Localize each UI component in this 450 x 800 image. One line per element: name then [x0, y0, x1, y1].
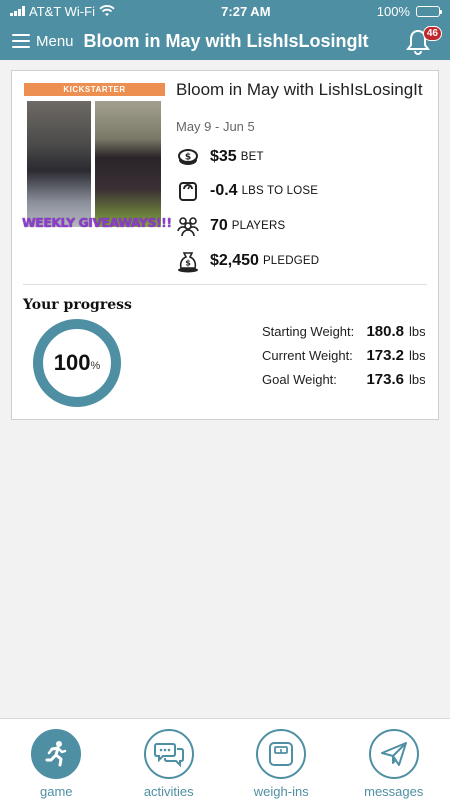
weight-unit: lbs	[409, 348, 426, 363]
status-left: AT&T Wi-Fi	[10, 4, 115, 19]
stat-lbs-to-lose: -0.4 LBS TO LOSE	[176, 179, 318, 203]
nav-bar: Menu Bloom in May with LishIsLosingIt 46	[0, 22, 450, 60]
chat-bubbles-icon	[153, 743, 184, 768]
progress-unit: %	[90, 360, 101, 372]
stat-players: 70 PLAYERS	[176, 214, 285, 238]
progress-label: Your progress	[23, 297, 132, 313]
status-time: 7:27 AM	[221, 3, 271, 19]
menu-button[interactable]: Menu	[12, 33, 74, 50]
giveaway-caption: WEEKLY GIVEAWAYS!!!	[22, 215, 172, 230]
stat-value: 70	[210, 217, 228, 234]
runner-icon	[45, 741, 67, 767]
tab-activities-circle	[143, 729, 194, 779]
hamburger-icon	[12, 34, 30, 48]
stat-value: $35	[210, 148, 237, 165]
weight-label: Current Weight:	[262, 348, 353, 363]
tab-weigh-ins[interactable]: weigh-ins	[225, 719, 338, 800]
wifi-icon	[99, 5, 115, 16]
battery-icon	[415, 5, 442, 17]
kickstarter-label: KICKSTARTER	[24, 83, 165, 96]
challenge-card[interactable]: KICKSTARTER WEEKLY GIVEAWAYS!!! Bloom in…	[11, 70, 439, 420]
tab-activities[interactable]: activities	[113, 719, 226, 800]
challenge-title: Bloom in May with LishIsLosingIt	[176, 80, 423, 99]
players-icon	[176, 214, 200, 238]
menu-label: Menu	[36, 32, 74, 50]
svg-text:$: $	[185, 259, 191, 268]
weight-unit: lbs	[409, 372, 426, 387]
weight-unit: lbs	[409, 324, 426, 339]
tab-label: activities	[143, 784, 194, 799]
progress-value: 100	[53, 350, 91, 375]
tab-weigh-ins-circle	[256, 729, 307, 779]
after-photo	[95, 101, 161, 227]
weight-row-starting: Starting Weight: 180.8 lbs	[262, 323, 432, 347]
weight-value: 173.2	[366, 347, 404, 364]
carrier-label: AT&T Wi-Fi	[29, 3, 95, 19]
challenge-image: KICKSTARTER WEEKLY GIVEAWAYS!!!	[22, 83, 172, 236]
notification-badge: 46	[422, 26, 442, 41]
stat-unit: LBS TO LOSE	[241, 185, 319, 197]
svg-text:$: $	[185, 153, 191, 163]
tab-label: game	[39, 784, 73, 799]
tab-messages[interactable]: messages	[338, 719, 450, 800]
stat-value: $2,450	[210, 252, 259, 269]
progress-readout: 100 %	[32, 318, 122, 408]
page-title: Bloom in May with LishIsLosingIt	[83, 30, 369, 51]
coin-icon: $	[176, 145, 200, 169]
weight-row-current: Current Weight: 173.2 lbs	[262, 347, 432, 371]
tab-game[interactable]: game	[0, 719, 113, 800]
tab-bar: game activities weigh-ins messages	[0, 718, 450, 800]
battery-percent: 100%	[376, 3, 410, 19]
weight-value: 180.8	[366, 323, 404, 340]
challenge-dates: May 9 - Jun 5	[176, 119, 255, 134]
stat-unit: BET	[240, 151, 264, 163]
stat-bet: $ $35 BET	[176, 145, 264, 169]
stat-unit: PLEDGED	[262, 255, 320, 267]
status-bar: AT&T Wi-Fi 7:27 AM 100%	[0, 0, 450, 22]
scale-icon	[176, 179, 200, 203]
weight-row-goal: Goal Weight: 173.6 lbs	[262, 371, 432, 395]
app-header: AT&T Wi-Fi 7:27 AM 100% Menu Bloom in Ma…	[0, 0, 450, 60]
tab-label: weigh-ins	[253, 784, 309, 799]
notifications-button[interactable]: 46	[406, 26, 442, 55]
money-bag-icon: $	[176, 249, 200, 273]
signal-icon	[10, 6, 25, 16]
weights-list: Starting Weight: 180.8 lbs Current Weigh…	[262, 323, 432, 395]
weight-label: Starting Weight:	[262, 324, 355, 339]
before-photo	[27, 101, 91, 227]
scale-icon	[269, 742, 294, 766]
stat-value: -0.4	[210, 182, 238, 199]
tab-label: messages	[364, 784, 424, 799]
divider	[23, 284, 427, 285]
stat-unit: PLAYERS	[231, 220, 286, 232]
tab-messages-circle	[368, 729, 419, 779]
paper-plane-icon	[380, 742, 407, 766]
stat-pledged: $ $2,450 PLEDGED	[176, 249, 319, 273]
status-right: 100%	[376, 3, 442, 19]
weight-value: 173.6	[366, 371, 404, 388]
tab-game-circle	[31, 729, 82, 779]
weight-label: Goal Weight:	[262, 372, 337, 387]
